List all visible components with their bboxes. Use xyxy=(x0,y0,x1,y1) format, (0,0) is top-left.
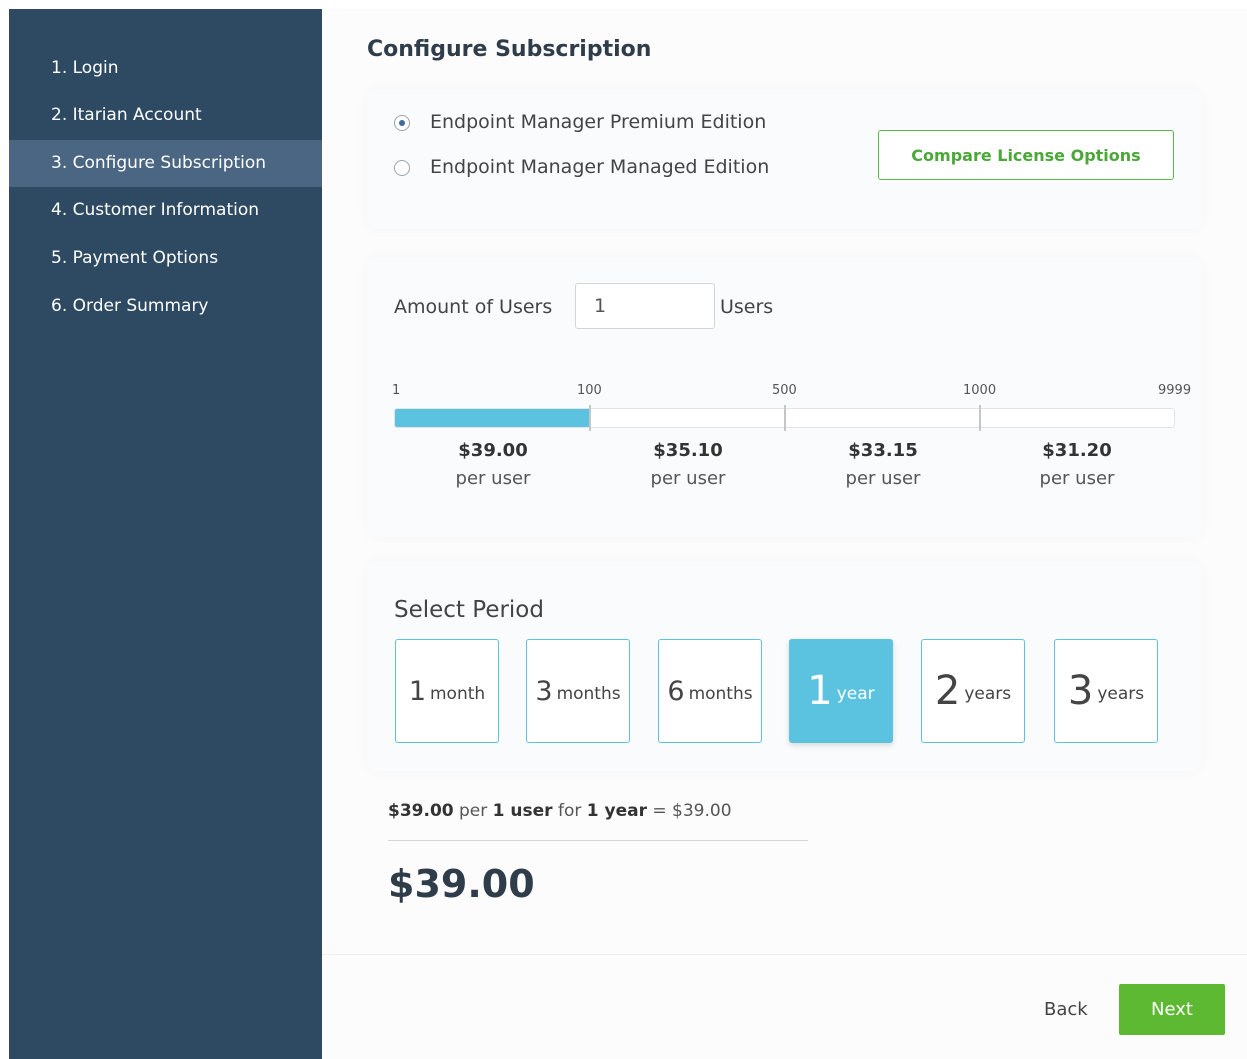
calc-per: per xyxy=(459,801,488,821)
compare-license-options-button[interactable]: Compare License Options xyxy=(878,130,1174,180)
tier-price: $39.00 xyxy=(458,440,528,461)
period-number: 1 xyxy=(408,675,426,707)
price-calculation: $39.00 per 1 user for 1 year = $39.00 xyxy=(388,801,732,821)
period-number: 6 xyxy=(667,675,685,707)
step-label: 2. Itarian Account xyxy=(51,105,202,125)
period-option-3-years[interactable]: 3 years xyxy=(1054,639,1158,743)
tier-per-user: per user xyxy=(845,468,921,489)
period-number: 2 xyxy=(934,668,961,714)
step-order-summary[interactable]: 6. Order Summary xyxy=(9,283,322,330)
period-option-1-year[interactable]: 1 year xyxy=(789,639,893,743)
slider-tick-label: 500 xyxy=(772,383,797,398)
period-unit: years xyxy=(1097,684,1145,704)
users-unit-label: Users xyxy=(720,296,774,318)
period-unit: year xyxy=(836,684,875,704)
period-option-6-months[interactable]: 6 months xyxy=(658,639,762,743)
period-option-3-months[interactable]: 3 months xyxy=(526,639,630,743)
step-label: 1. Login xyxy=(51,58,119,78)
wizard-sidebar: 1. Login 2. Itarian Account 3. Configure… xyxy=(9,9,322,1059)
step-itarian-account[interactable]: 2. Itarian Account xyxy=(9,92,322,139)
step-configure-subscription[interactable]: 3. Configure Subscription xyxy=(9,140,322,187)
calc-period: 1 year xyxy=(586,801,647,821)
radio-unchecked-icon[interactable] xyxy=(394,160,410,176)
step-customer-information[interactable]: 4. Customer Information xyxy=(9,187,322,234)
period-option-2-years[interactable]: 2 years xyxy=(921,639,1025,743)
calc-users: 1 user xyxy=(492,801,553,821)
next-button[interactable]: Next xyxy=(1119,984,1225,1035)
step-login[interactable]: 1. Login xyxy=(9,45,322,92)
slider-tick-label: 100 xyxy=(577,383,602,398)
period-option-1-month[interactable]: 1 month xyxy=(395,639,499,743)
tier-price: $33.15 xyxy=(848,440,918,461)
edition-label: Endpoint Manager Premium Edition xyxy=(430,111,767,133)
slider-tick-label: 1 xyxy=(392,383,401,398)
tier-per-user: per user xyxy=(455,468,531,489)
step-label: 5. Payment Options xyxy=(51,248,219,268)
period-unit: months xyxy=(688,684,753,704)
amount-of-users-label: Amount of Users xyxy=(394,296,553,318)
period-unit: months xyxy=(556,684,621,704)
step-label: 6. Order Summary xyxy=(51,296,209,316)
select-period-label: Select Period xyxy=(394,597,544,623)
main-panel: Configure Subscription Endpoint Manager … xyxy=(322,9,1247,1059)
calc-for: for xyxy=(557,801,582,821)
slider-tick-label: 1000 xyxy=(963,383,997,398)
slider-divider xyxy=(784,405,786,431)
calc-price: $39.00 xyxy=(388,801,454,821)
step-payment-options[interactable]: 5. Payment Options xyxy=(9,235,322,282)
edition-label: Endpoint Manager Managed Edition xyxy=(430,156,770,178)
users-input[interactable] xyxy=(575,283,715,329)
slider-tick-label: 9999 xyxy=(1158,383,1192,398)
period-number: 3 xyxy=(535,675,553,707)
tier-per-user: per user xyxy=(650,468,726,489)
period-unit: month xyxy=(430,684,486,704)
footer-divider xyxy=(322,954,1247,955)
step-label: 4. Customer Information xyxy=(51,200,260,220)
users-slider[interactable] xyxy=(394,405,1175,431)
back-button[interactable]: Back xyxy=(1044,999,1088,1020)
step-label: 3. Configure Subscription xyxy=(51,153,267,173)
page-title: Configure Subscription xyxy=(367,37,652,62)
calc-result: = $39.00 xyxy=(652,801,732,821)
tier-price: $31.20 xyxy=(1042,440,1112,461)
period-number: 1 xyxy=(807,668,833,714)
slider-fill xyxy=(395,409,590,427)
divider xyxy=(388,840,808,841)
radio-checked-icon[interactable] xyxy=(394,115,410,131)
period-number: 3 xyxy=(1067,668,1094,714)
period-unit: years xyxy=(964,684,1012,704)
slider-divider xyxy=(979,405,981,431)
tier-per-user: per user xyxy=(1039,468,1115,489)
tier-price: $35.10 xyxy=(653,440,723,461)
slider-divider xyxy=(589,405,591,431)
total-price: $39.00 xyxy=(388,862,535,906)
